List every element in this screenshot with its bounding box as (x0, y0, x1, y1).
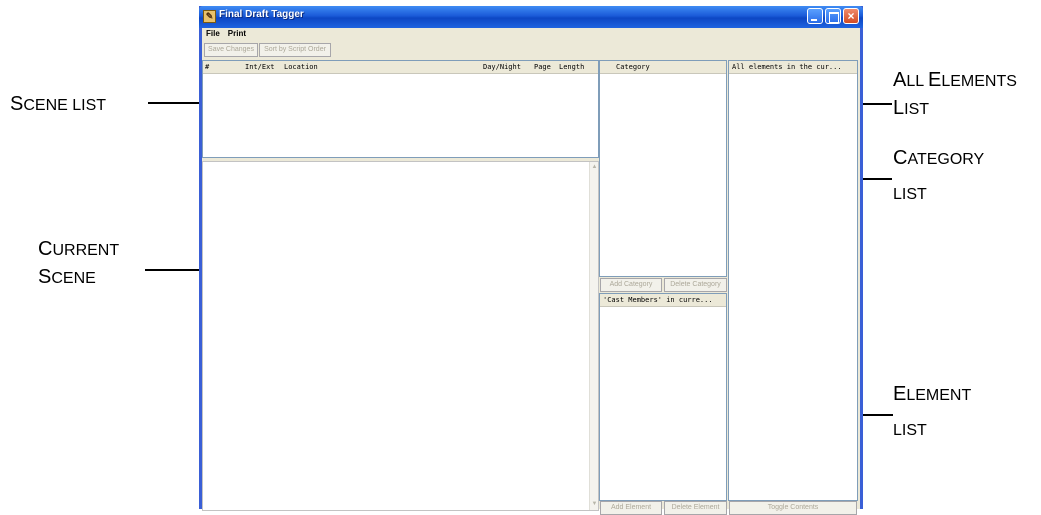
scroll-down-icon[interactable]: ▼ (591, 501, 598, 508)
callout-list-cap: L (893, 97, 905, 119)
add-category-button[interactable]: Add Category (600, 278, 662, 292)
col-day-night[interactable]: Day/Night (483, 61, 521, 73)
element-header-label[interactable]: 'Cast Members' in curre... (603, 294, 713, 306)
toolbar: Save Changes Sort by Script Order (202, 41, 860, 59)
toggle-contents-button[interactable]: Toggle Contents (729, 501, 857, 515)
add-element-button[interactable]: Add Element (600, 501, 662, 515)
scene-list[interactable]: # Int/Ext Location Day/Night Page Length (202, 60, 599, 158)
callout-category: CATEGORY LIST (893, 145, 984, 208)
tagger-window: ✎ Final Draft Tagger × File Print Save Ch… (199, 6, 863, 515)
col-location[interactable]: Location (284, 61, 318, 73)
callout-element-list: LIST (893, 422, 927, 439)
callout-category-cap: C (893, 147, 908, 169)
col-number[interactable]: # (205, 61, 209, 73)
callout-scene-list-rest: CENE LIST (23, 97, 107, 114)
callout-element-cap: E (893, 383, 907, 405)
all-elements-header-label[interactable]: All elements in the cur... (732, 61, 842, 73)
element-list[interactable]: 'Cast Members' in curre... (599, 293, 727, 501)
callout-elements-cap: E (928, 69, 942, 91)
current-scene-scrollbar[interactable]: ▲ ▼ (589, 162, 598, 510)
callout-list-rest: IST (904, 101, 930, 118)
callout-all-cap: A (893, 69, 907, 91)
window-client: File Print Save Changes Sort by Script Or… (202, 28, 860, 515)
delete-element-button[interactable]: Delete Element (664, 501, 727, 515)
save-changes-button[interactable]: Save Changes (204, 43, 258, 57)
category-list[interactable]: Category (599, 60, 727, 277)
maximize-button[interactable] (825, 8, 841, 24)
callout-all-rest: LL (906, 73, 928, 90)
col-int-ext[interactable]: Int/Ext (245, 61, 275, 73)
delete-category-button[interactable]: Delete Category (664, 278, 727, 292)
callout-category-list: LIST (893, 186, 927, 203)
col-length[interactable]: Length (559, 61, 584, 73)
all-elements-header: All elements in the cur... (729, 61, 857, 74)
col-page[interactable]: Page (534, 61, 551, 73)
close-button[interactable]: × (843, 8, 859, 24)
sort-by-script-order-button[interactable]: Sort by Script Order (259, 43, 331, 57)
tagger-app-icon[interactable]: ✎ (203, 10, 216, 23)
callout-current-cap: C (38, 238, 53, 260)
category-header: Category (600, 61, 726, 74)
scene-list-header: # Int/Ext Location Day/Night Page Length (203, 61, 598, 74)
callout-element: ELEMENT LIST (893, 381, 971, 444)
scroll-up-icon[interactable]: ▲ (591, 164, 598, 171)
current-scene[interactable]: ▲ ▼ (202, 161, 599, 511)
menu-print[interactable]: Print (228, 29, 246, 38)
callout-element-rest: LEMENT (906, 387, 972, 404)
callout-scene-rest: CENE (51, 270, 96, 287)
close-icon: × (847, 9, 855, 23)
maximize-icon (829, 12, 839, 23)
menu-file[interactable]: File (206, 29, 220, 38)
category-header-label[interactable]: Category (616, 61, 650, 73)
minimize-button[interactable] (807, 8, 823, 24)
window-title: Final Draft Tagger (219, 9, 304, 20)
menu-bar: File Print (202, 28, 860, 40)
callout-elements-rest: LEMENTS (941, 73, 1017, 90)
callout-scene-list-cap: S (10, 93, 24, 115)
title-bar[interactable]: ✎ Final Draft Tagger × (199, 6, 863, 28)
callout-scene-cap: S (38, 266, 52, 288)
callout-current-rest: URRENT (52, 242, 120, 259)
callout-all-elements: ALL ELEMENTS LIST (893, 67, 1017, 123)
minimize-icon (811, 19, 817, 21)
all-elements-list[interactable]: All elements in the cur... (728, 60, 858, 501)
callout-category-rest: ATEGORY (907, 151, 985, 168)
callout-scene-list: SCENE LIST (10, 91, 106, 119)
element-header: 'Cast Members' in curre... (600, 294, 726, 307)
callout-current-scene: CURRENT SCENE (38, 236, 119, 292)
